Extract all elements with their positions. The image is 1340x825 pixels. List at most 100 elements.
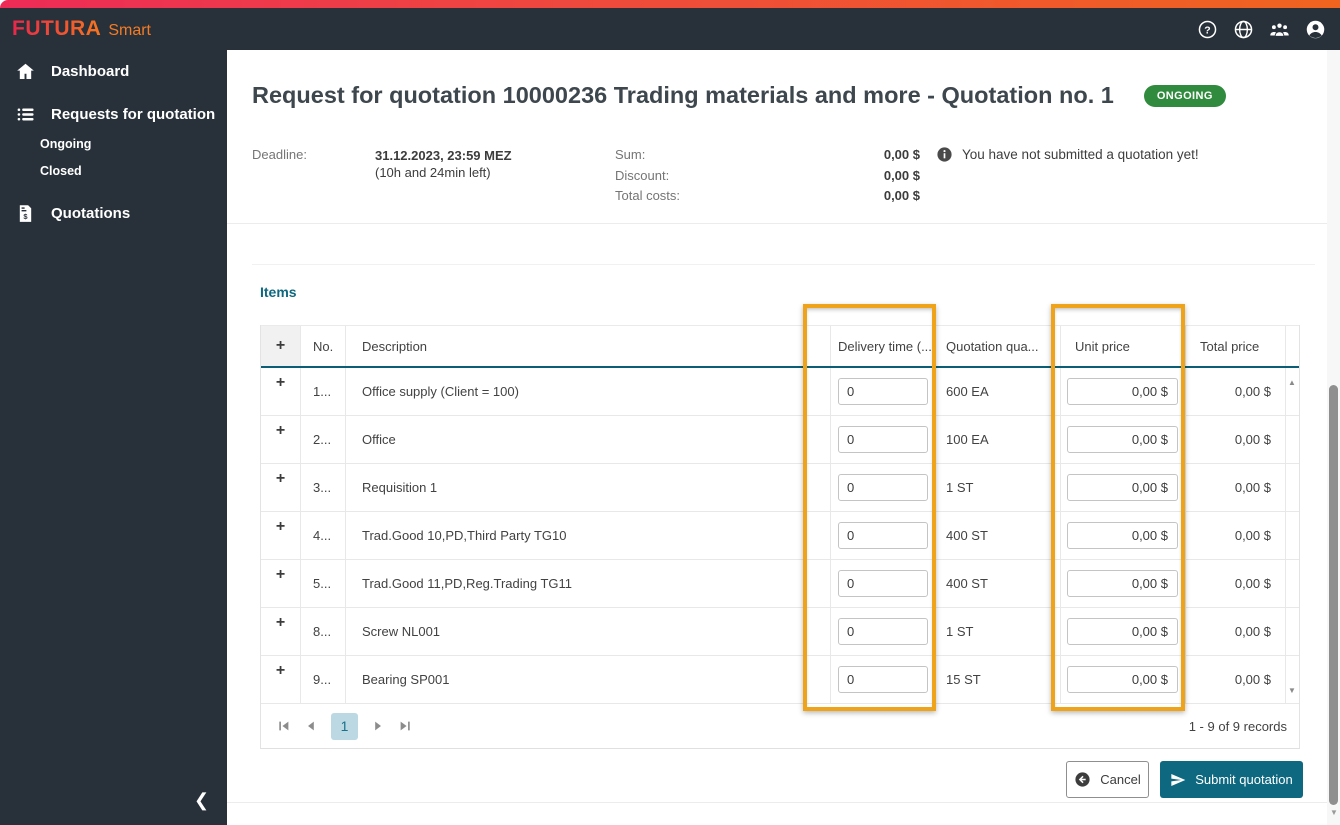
- discount-label: Discount:: [615, 167, 670, 183]
- row-no: 2...: [301, 416, 346, 463]
- table-pagination: 1 1 - 9 of 9 records: [260, 704, 1300, 749]
- row-description: Trad.Good 10,PD,Third Party TG10: [346, 512, 831, 559]
- row-no: 1...: [301, 368, 346, 415]
- sidebar-item-requests-for-quotation[interactable]: Requests for quotation: [0, 97, 227, 131]
- delivery-cell: [831, 464, 936, 511]
- unit-price-cell: [1061, 656, 1186, 703]
- cancel-button-label: Cancel: [1100, 772, 1141, 787]
- expand-row-button[interactable]: +: [276, 375, 285, 391]
- summary-row-discount: Discount: 0,00 $: [615, 168, 920, 189]
- sidebar-collapse-button[interactable]: ❮: [194, 790, 209, 811]
- table-scrollbar-header-gap: [1286, 326, 1299, 366]
- next-page-button[interactable]: [371, 719, 385, 733]
- language-globe-icon[interactable]: [1233, 19, 1254, 40]
- unit-price-input[interactable]: [1067, 570, 1178, 597]
- back-arrow-icon: [1075, 772, 1090, 787]
- users-group-icon[interactable]: [1269, 19, 1290, 40]
- expand-row-button[interactable]: +: [276, 615, 285, 631]
- row-total-price: 0,00 $: [1186, 656, 1286, 703]
- expand-row-button[interactable]: +: [276, 519, 285, 535]
- delivery-time-input[interactable]: [838, 426, 928, 453]
- row-no: 9...: [301, 656, 346, 703]
- home-icon: [17, 63, 34, 79]
- expand-row-button[interactable]: +: [276, 567, 285, 583]
- row-quantity: 1 ST: [936, 608, 1061, 655]
- table-row: + 4... Trad.Good 10,PD,Third Party TG10 …: [261, 512, 1299, 560]
- brand-suffix: Smart: [108, 22, 151, 39]
- row-quantity: 100 EA: [936, 416, 1061, 463]
- delivery-time-input[interactable]: [838, 474, 928, 501]
- current-page-button[interactable]: 1: [331, 712, 358, 740]
- delivery-time-input[interactable]: [838, 666, 928, 693]
- submit-quotation-button[interactable]: Submit quotation: [1160, 761, 1303, 798]
- row-total-price: 0,00 $: [1186, 512, 1286, 559]
- sidebar-item-quotations[interactable]: $ Quotations: [0, 196, 227, 230]
- expand-all-header-cell: +: [261, 326, 301, 366]
- table-row: + 8... Screw NL001 1 ST 0,00 $: [261, 608, 1299, 656]
- section-divider: [252, 264, 1315, 265]
- delivery-time-input[interactable]: [838, 618, 928, 645]
- row-quantity: 400 ST: [936, 560, 1061, 607]
- expand-cell: +: [261, 512, 301, 559]
- delivery-cell: [831, 368, 936, 415]
- column-header-unit-price: Unit price: [1061, 326, 1186, 366]
- expand-row-button[interactable]: +: [276, 663, 285, 679]
- sidebar-item-label: Requests for quotation: [51, 105, 216, 123]
- sum-value: 0,00 $: [883, 147, 920, 162]
- expand-cell: +: [261, 560, 301, 607]
- unit-price-input[interactable]: [1067, 522, 1178, 549]
- section-divider: [227, 223, 1340, 224]
- page-scroll-down-icon[interactable]: ▼: [1330, 808, 1338, 817]
- deadline-label: Deadline:: [252, 147, 307, 162]
- footer-divider: [227, 802, 1340, 803]
- items-section-title: Items: [260, 284, 297, 300]
- table-scrollbar: ▲: [1286, 368, 1299, 415]
- total-costs-value: 0,00 $: [883, 188, 920, 203]
- delivery-cell: [831, 512, 936, 559]
- expand-cell: +: [261, 608, 301, 655]
- delivery-time-input[interactable]: [838, 570, 928, 597]
- delivery-time-input[interactable]: [838, 378, 928, 405]
- svg-text:?: ?: [1204, 24, 1210, 36]
- sidebar-subitem-label: Closed: [40, 164, 82, 178]
- previous-page-button[interactable]: [304, 719, 318, 733]
- sum-label: Sum:: [615, 147, 646, 162]
- sidebar-item-dashboard[interactable]: Dashboard: [0, 54, 227, 88]
- sidebar-subitem-ongoing[interactable]: Ongoing: [40, 132, 91, 156]
- unit-price-cell: [1061, 368, 1186, 415]
- row-total-price: 0,00 $: [1186, 464, 1286, 511]
- expand-row-button[interactable]: +: [276, 423, 285, 439]
- unit-price-input[interactable]: [1067, 618, 1178, 645]
- unit-price-cell: [1061, 464, 1186, 511]
- row-no: 5...: [301, 560, 346, 607]
- brand-gradient-strip: [0, 0, 1340, 8]
- expand-row-button[interactable]: +: [276, 471, 285, 487]
- table-row: + 5... Trad.Good 11,PD,Reg.Trading TG11 …: [261, 560, 1299, 608]
- first-page-button[interactable]: [277, 719, 291, 733]
- help-icon[interactable]: ?: [1197, 19, 1218, 40]
- row-no: 4...: [301, 512, 346, 559]
- row-description: Requisition 1: [346, 464, 831, 511]
- last-page-button[interactable]: [398, 719, 412, 733]
- row-total-price: 0,00 $: [1186, 560, 1286, 607]
- expand-cell: +: [261, 368, 301, 415]
- row-description: Bearing SP001: [346, 656, 831, 703]
- quotation-summary: Sum: 0,00 $ Discount: 0,00 $ Total costs…: [615, 147, 920, 209]
- page-scrollbar-thumb[interactable]: [1329, 385, 1338, 805]
- account-icon[interactable]: [1305, 19, 1326, 40]
- sidebar-subitem-closed[interactable]: Closed: [40, 159, 82, 183]
- scroll-up-icon[interactable]: ▲: [1288, 378, 1296, 387]
- cancel-button[interactable]: Cancel: [1066, 761, 1149, 798]
- table-row: + 3... Requisition 1 1 ST 0,00 $: [261, 464, 1299, 512]
- scroll-down-icon[interactable]: ▼: [1288, 686, 1296, 695]
- unit-price-input[interactable]: [1067, 666, 1178, 693]
- delivery-cell: [831, 416, 936, 463]
- unit-price-input[interactable]: [1067, 426, 1178, 453]
- summary-row-total-costs: Total costs: 0,00 $: [615, 188, 920, 209]
- total-costs-label: Total costs:: [615, 188, 681, 203]
- delivery-time-input[interactable]: [838, 522, 928, 549]
- page-header: Request for quotation 10000236 Trading m…: [252, 82, 1315, 109]
- unit-price-input[interactable]: [1067, 474, 1178, 501]
- unit-price-input[interactable]: [1067, 378, 1178, 405]
- unit-price-cell: [1061, 560, 1186, 607]
